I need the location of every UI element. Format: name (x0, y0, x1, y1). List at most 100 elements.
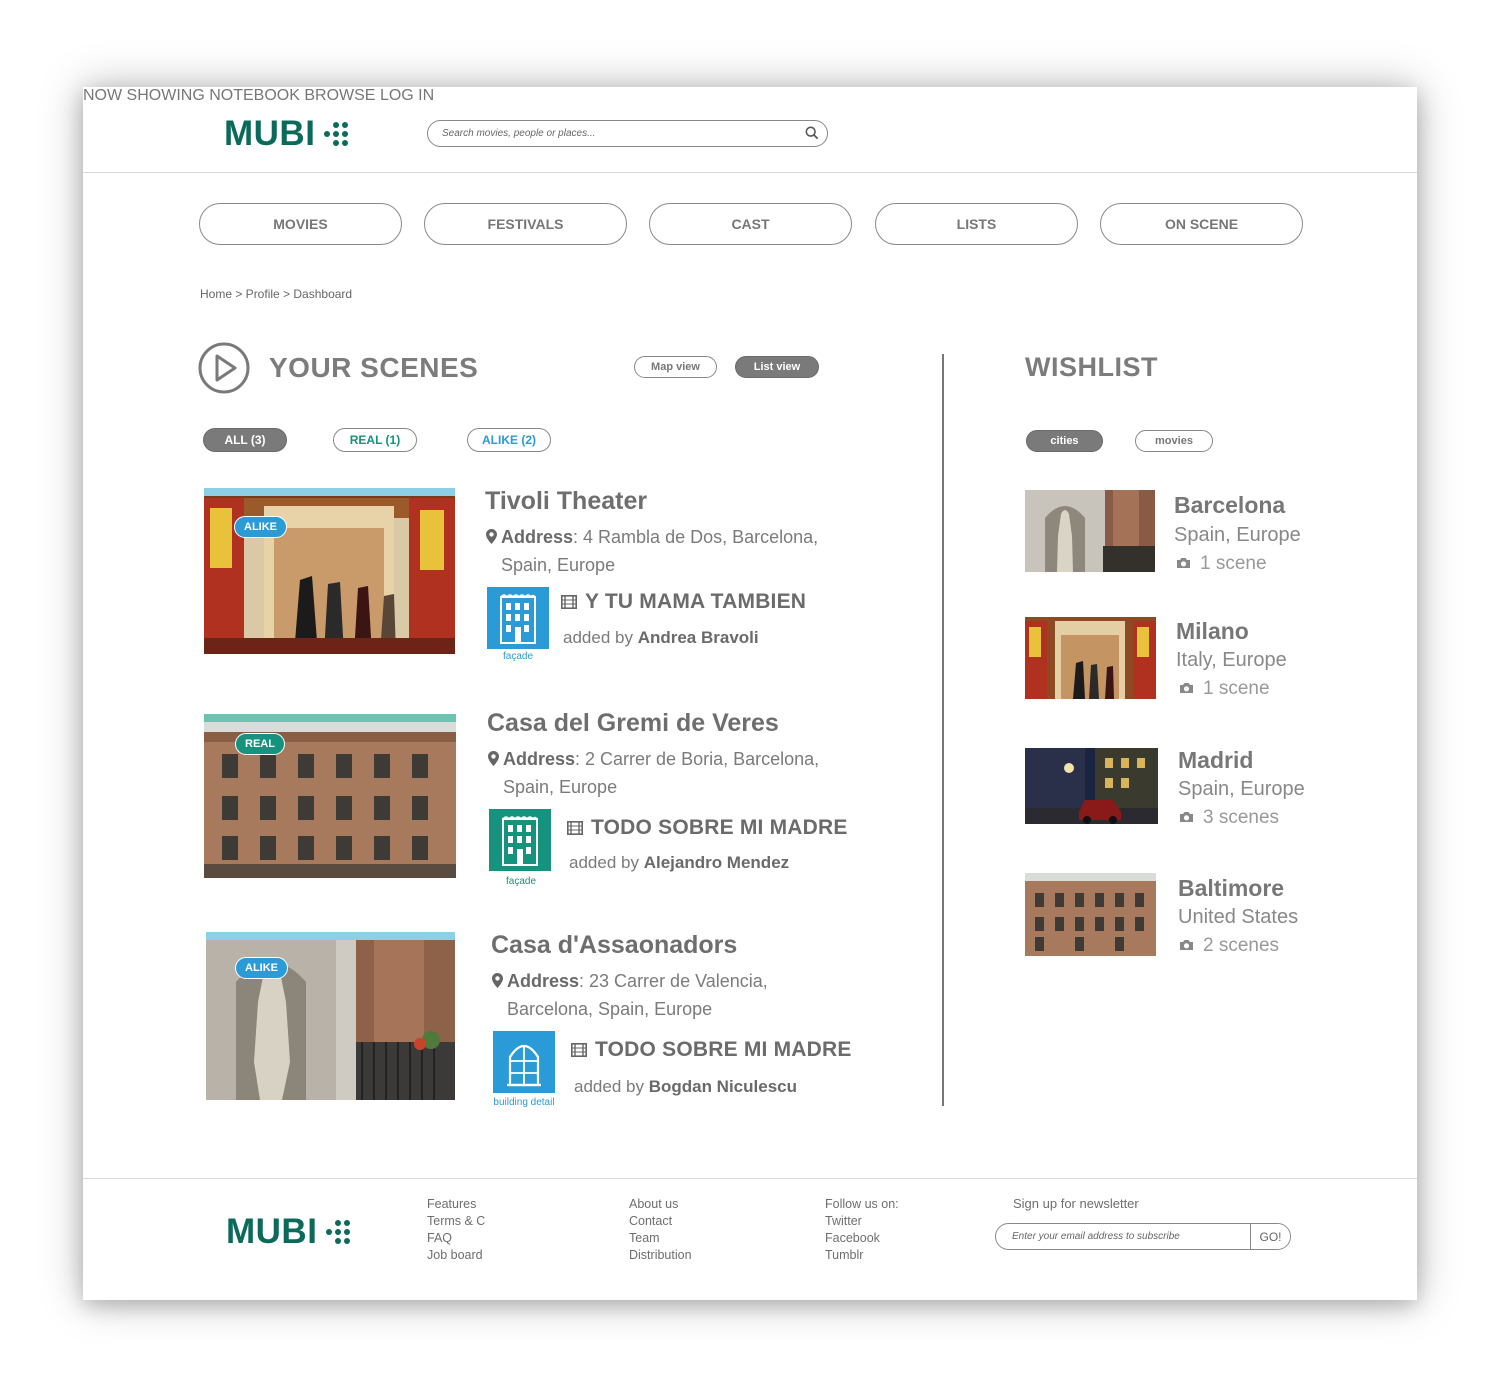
movie-title[interactable]: TODO SOBRE MI MADRE (571, 1038, 852, 1062)
nav-browse[interactable]: BROWSE (304, 87, 375, 104)
wishlist-filter-movies[interactable]: movies (1135, 430, 1213, 452)
address-line2: Spain, Europe (503, 777, 618, 797)
wishlist-region: Spain, Europe (1178, 778, 1305, 800)
scene-thumbnail[interactable]: REAL (204, 714, 456, 878)
scene-address: Address: 4 Rambla de Dos, Barcelona, Spa… (486, 523, 846, 579)
location-pin-icon (488, 751, 499, 766)
address-line2: Barcelona, Spain, Europe (507, 999, 713, 1019)
added-by: added by Bogdan Niculescu (574, 1077, 797, 1097)
category-label: façade (502, 651, 534, 662)
film-icon (567, 821, 583, 835)
nav-notebook[interactable]: NOTEBOOK (209, 87, 300, 104)
added-by-user[interactable]: Alejandro Mendez (644, 853, 789, 872)
filter-alike[interactable]: ALIKE (2) (467, 428, 551, 452)
scene-thumbnail[interactable]: ALIKE (204, 488, 455, 654)
scene-count-text: 1 scene (1203, 678, 1270, 699)
added-by-prefix: added by (569, 853, 639, 872)
footer-link[interactable]: FAQ (427, 1230, 485, 1247)
tab-on-scene[interactable]: ON SCENE (1100, 203, 1303, 245)
tab-cast[interactable]: CAST (649, 203, 852, 245)
added-by: added by Andrea Bravoli (563, 628, 759, 648)
footer-link[interactable]: Team (629, 1230, 692, 1247)
footer-link[interactable]: Tumblr (825, 1247, 899, 1264)
newsletter-email-input[interactable] (1012, 1228, 1242, 1245)
location-pin-icon (492, 973, 503, 988)
footer-divider (83, 1178, 1417, 1179)
footer-link[interactable]: Distribution (629, 1247, 692, 1264)
camera-icon (1180, 812, 1193, 822)
added-by-user[interactable]: Bogdan Niculescu (649, 1077, 797, 1096)
scene-thumbnail[interactable]: ALIKE (206, 932, 455, 1100)
camera-icon (1180, 683, 1193, 693)
camera-icon (1177, 558, 1190, 568)
wishlist-thumbnail[interactable] (1025, 873, 1156, 956)
footer-link[interactable]: Terms & C (427, 1213, 485, 1230)
nav-now-showing[interactable]: NOW SHOWING (83, 87, 205, 104)
wishlist-city[interactable]: Madrid (1178, 747, 1253, 774)
search-input[interactable] (442, 124, 792, 143)
filter-all[interactable]: ALL (3) (203, 428, 287, 452)
wishlist-scene-count: 2 scenes (1179, 935, 1279, 957)
wishlist-city[interactable]: Milano (1176, 618, 1249, 645)
real-badge: REAL (235, 733, 285, 755)
scene-title[interactable]: Casa d'Assaonadors (491, 931, 737, 960)
footer-link[interactable]: Twitter (825, 1213, 899, 1230)
facade-category-icon (489, 809, 551, 871)
movie-title[interactable]: Y TU MAMA TAMBIEN (561, 590, 806, 614)
wishlist-city[interactable]: Baltimore (1178, 875, 1284, 902)
mubi-logo[interactable]: MUBI (224, 116, 349, 151)
play-icon (198, 342, 250, 394)
footer-logo-text: MUBI (226, 1212, 318, 1251)
logo-dots-icon (326, 1219, 351, 1244)
wishlist-thumbnail[interactable] (1025, 748, 1158, 824)
alike-badge: ALIKE (234, 516, 287, 538)
location-pin-icon (486, 529, 497, 544)
movie-title-text: TODO SOBRE MI MADRE (595, 1038, 852, 1061)
movie-title[interactable]: TODO SOBRE MI MADRE (567, 816, 848, 840)
added-by-user[interactable]: Andrea Bravoli (638, 628, 759, 647)
footer-link[interactable]: About us (629, 1196, 692, 1213)
wishlist-region: Spain, Europe (1174, 524, 1301, 546)
footer-link[interactable]: Features (427, 1196, 485, 1213)
footer-link[interactable]: Facebook (825, 1230, 899, 1247)
added-by: added by Alejandro Mendez (569, 853, 789, 873)
address-label: Address (503, 749, 576, 769)
newsletter-label: Sign up for newsletter (1013, 1196, 1139, 1211)
wishlist-city[interactable]: Barcelona (1174, 492, 1285, 519)
search-bar (427, 120, 828, 147)
wishlist-scene-count: 1 scene (1179, 678, 1270, 700)
search-icon[interactable] (805, 126, 819, 140)
footer-link[interactable]: Job board (427, 1247, 485, 1264)
breadcrumb[interactable]: Home > Profile > Dashboard (200, 287, 352, 301)
address-label: Address (501, 527, 574, 547)
footer-link[interactable]: Contact (629, 1213, 692, 1230)
address-line2: Spain, Europe (501, 555, 616, 575)
newsletter-go-button[interactable]: GO! (1250, 1224, 1290, 1249)
wishlist-thumbnail[interactable] (1025, 617, 1156, 699)
wishlist-thumbnail[interactable] (1025, 490, 1155, 572)
filter-real[interactable]: REAL (1) (333, 428, 417, 452)
tab-movies[interactable]: MOVIES (199, 203, 402, 245)
building-detail-category-icon (493, 1031, 555, 1093)
page-frame: MUBI NOW SHOWING NOTEBOOK BROWSE LOG IN … (83, 87, 1417, 1300)
footer-links-col3: Follow us on: Twitter Facebook Tumblr (825, 1196, 899, 1264)
scene-title[interactable]: Casa del Gremi de Veres (487, 709, 779, 738)
tab-festivals[interactable]: FESTIVALS (424, 203, 627, 245)
scene-address: Address: 23 Carrer de Valencia, Barcelon… (492, 967, 852, 1023)
scene-address: Address: 2 Carrer de Boria, Barcelona, S… (488, 745, 848, 801)
wishlist-filter-cities[interactable]: cities (1026, 430, 1103, 452)
list-view-button[interactable]: List view (735, 356, 819, 378)
scene-count-text: 1 scene (1200, 553, 1267, 574)
map-view-button[interactable]: Map view (634, 356, 717, 378)
theater-photo (204, 488, 455, 654)
address-line1: : 4 Rambla de Dos, Barcelona, (573, 527, 819, 547)
nav-log-in[interactable]: LOG IN (380, 87, 434, 104)
header-divider (83, 172, 1417, 173)
tab-lists[interactable]: LISTS (875, 203, 1078, 245)
top-nav: NOW SHOWING NOTEBOOK BROWSE LOG IN (83, 87, 1417, 105)
camera-icon (1180, 940, 1193, 950)
scene-title[interactable]: Tivoli Theater (485, 487, 647, 516)
footer-links-col2: About us Contact Team Distribution (629, 1196, 692, 1264)
footer-mubi-logo[interactable]: MUBI (226, 1212, 351, 1251)
column-divider (942, 354, 944, 1106)
